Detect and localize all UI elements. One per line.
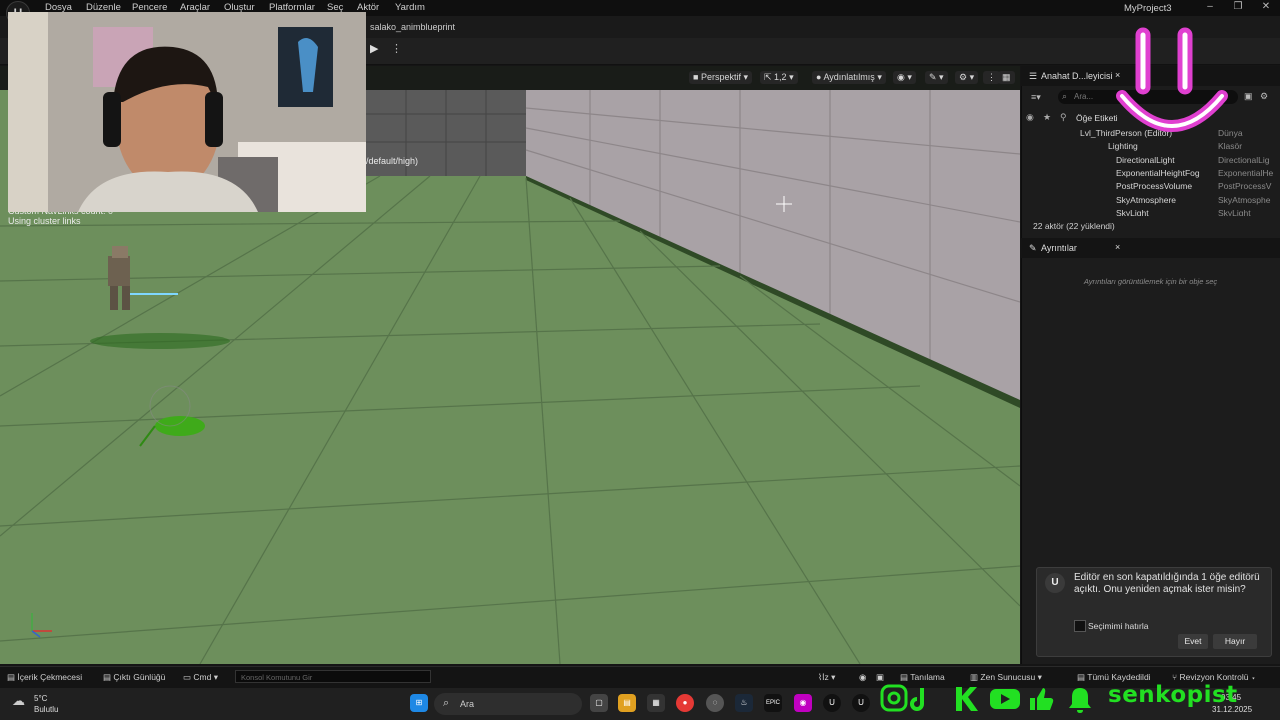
output-log-button[interactable]: ▤ Çıktı Günlüğü: [103, 672, 165, 683]
details-title: Ayrıntılar: [1041, 243, 1077, 253]
task-view-icon[interactable]: ▢: [590, 694, 608, 712]
minimize-icon[interactable]: –: [1203, 1, 1217, 12]
app-icon[interactable]: ◌: [706, 694, 724, 712]
unreal-engine-icon[interactable]: U: [823, 694, 841, 712]
details-tab[interactable]: ✎ Ayrıntılar ×: [1021, 238, 1280, 258]
tree-row-sky-atmosphere[interactable]: SkyAtmosphere SkyAtmosphe: [1022, 195, 1280, 208]
save-all-label: Tümü Kaydedildi: [1087, 672, 1151, 682]
render-quality-text: /default/high): [366, 156, 419, 166]
smiley-overlay-icon: [1116, 27, 1228, 132]
windows-start-icon[interactable]: ⊞: [410, 694, 428, 712]
pin-icon[interactable]: ⚲: [1060, 112, 1067, 123]
perspective-dropdown[interactable]: ■ Perspektif ▾: [689, 71, 752, 84]
taskbar-search[interactable]: [434, 693, 582, 715]
weather-icon[interactable]: ☁: [12, 693, 25, 709]
maximize-icon[interactable]: ❐: [1231, 1, 1245, 12]
instagram-icon: [880, 684, 908, 712]
fov-scale-dropdown[interactable]: ⇱ 1,2 ▾: [760, 71, 798, 84]
output-log-label: Çıktı Günlüğü: [113, 672, 166, 682]
weather-temperature[interactable]: 5°C: [34, 694, 47, 703]
menu-help[interactable]: Yardım: [395, 2, 425, 13]
webcam-overlay: [8, 12, 366, 212]
unreal-logo-icon: U: [1045, 573, 1065, 593]
remember-choice-checkbox[interactable]: [1074, 620, 1086, 632]
close-window-icon[interactable]: ✕: [1259, 1, 1273, 12]
view-mode-dropdown[interactable]: ● Aydınlatılmış ▾: [812, 71, 886, 84]
taskbar-search-label: Ara: [460, 699, 475, 709]
media-app-icon[interactable]: ◉: [794, 694, 812, 712]
tree-row-post-process[interactable]: PostProcessVolume PostProcessV: [1022, 181, 1280, 194]
steam-icon[interactable]: ♨: [735, 694, 753, 712]
details-icon: ✎: [1029, 243, 1037, 253]
cmd-label: Cmd: [193, 672, 212, 682]
tree-row-height-fog[interactable]: ExponentialHeightFog ExponentialHe: [1022, 168, 1280, 181]
debug-line: Using cluster links: [8, 216, 81, 226]
folder-add-icon[interactable]: ▣: [1244, 91, 1253, 102]
tree-row-directional-light[interactable]: DirectionalLight DirectionalLig: [1022, 155, 1280, 168]
search-icon: ⌕: [443, 697, 450, 709]
star-icon[interactable]: ★: [1043, 112, 1051, 123]
close-tab-icon[interactable]: ×: [1115, 242, 1120, 252]
transform-tools-icon[interactable]: ✎ ▾: [925, 71, 948, 84]
like-icon: [1030, 688, 1054, 710]
file-explorer-icon[interactable]: ▤: [618, 694, 636, 712]
epic-games-icon[interactable]: EPIC: [764, 694, 782, 712]
content-drawer-label: İçerik Çekmecesi: [17, 672, 83, 682]
trace-dropdown[interactable]: ⌇İz ▾: [818, 672, 835, 683]
layout-grid-icon[interactable]: ▦: [998, 71, 1015, 84]
search-icon: ⌕: [1062, 91, 1068, 101]
more-options-icon[interactable]: ⋮: [391, 42, 402, 55]
camera-icon[interactable]: ▣: [876, 672, 884, 683]
tree-row-sky-light[interactable]: SkyLight SkyLight: [1022, 208, 1280, 216]
crosshair-icon: [776, 196, 792, 212]
asset-tab[interactable]: salako_animblueprint: [370, 22, 455, 32]
outliner-title: Anahat D...leyicisi: [1041, 71, 1113, 81]
no-button[interactable]: Hayır: [1213, 634, 1257, 649]
settings-gear-icon[interactable]: ⚙ ▾: [955, 71, 979, 84]
social-icons: [880, 684, 1105, 717]
play-icon[interactable]: ▶: [370, 42, 382, 56]
trace-label: İz: [822, 672, 829, 682]
remember-choice-label: Seçimimi hatırla: [1088, 621, 1149, 631]
perspective-label: Perspektif: [700, 72, 741, 82]
visibility-icon[interactable]: ◉: [1026, 112, 1034, 123]
diagnose-label: Tanılama: [910, 672, 945, 682]
unreal-editor-icon[interactable]: U: [852, 694, 870, 712]
revision-control-label: Revizyon Kontrolü: [1179, 672, 1249, 682]
streamer-name: senkopist: [1108, 682, 1238, 708]
console-command-input[interactable]: Konsol Komutunu Gir: [235, 670, 431, 683]
cmd-dropdown[interactable]: ▭ Cmd ▾: [183, 672, 218, 683]
content-drawer-button[interactable]: ▤ İçerik Çekmecesi: [7, 672, 82, 683]
zen-server-label: Zen Sunucusu: [980, 672, 1036, 682]
search-placeholder: Ara...: [1074, 92, 1094, 101]
actor-count: 22 aktör (22 yüklendi): [1033, 221, 1115, 231]
record-icon[interactable]: ◉: [859, 672, 866, 683]
revision-control-button[interactable]: ⑂ Revizyon Kontrolü ▾: [1172, 672, 1256, 682]
tiktok-icon: [910, 688, 924, 711]
kick-icon: [956, 687, 978, 711]
show-flags-icon[interactable]: ◉ ▾: [893, 71, 916, 84]
zen-server-button[interactable]: ▥ Zen Sunucusu ▾: [970, 672, 1042, 683]
outliner-settings-icon[interactable]: ⚙: [1260, 91, 1268, 102]
notification-message: Editör en son kapatıldığında 1 öğe editö…: [1074, 572, 1260, 595]
lighting-label: Aydınlatılmış: [823, 72, 875, 82]
scale-label: 1,2: [774, 72, 787, 82]
bell-icon: [1069, 688, 1091, 713]
details-empty-message: Ayrıntıları görüntülemek için bir obje s…: [1083, 277, 1218, 286]
store-icon[interactable]: ▦: [647, 694, 665, 712]
diagnose-button[interactable]: ▤ Tanılama: [900, 672, 945, 683]
outliner-icon: ☰: [1029, 71, 1038, 81]
filter-icon[interactable]: ≡▾: [1031, 92, 1041, 103]
project-name: MyProject3: [1124, 3, 1172, 14]
chrome-icon[interactable]: ●: [676, 694, 694, 712]
weather-description[interactable]: Bulutlu: [34, 705, 58, 714]
yes-button[interactable]: Evet: [1178, 634, 1208, 649]
